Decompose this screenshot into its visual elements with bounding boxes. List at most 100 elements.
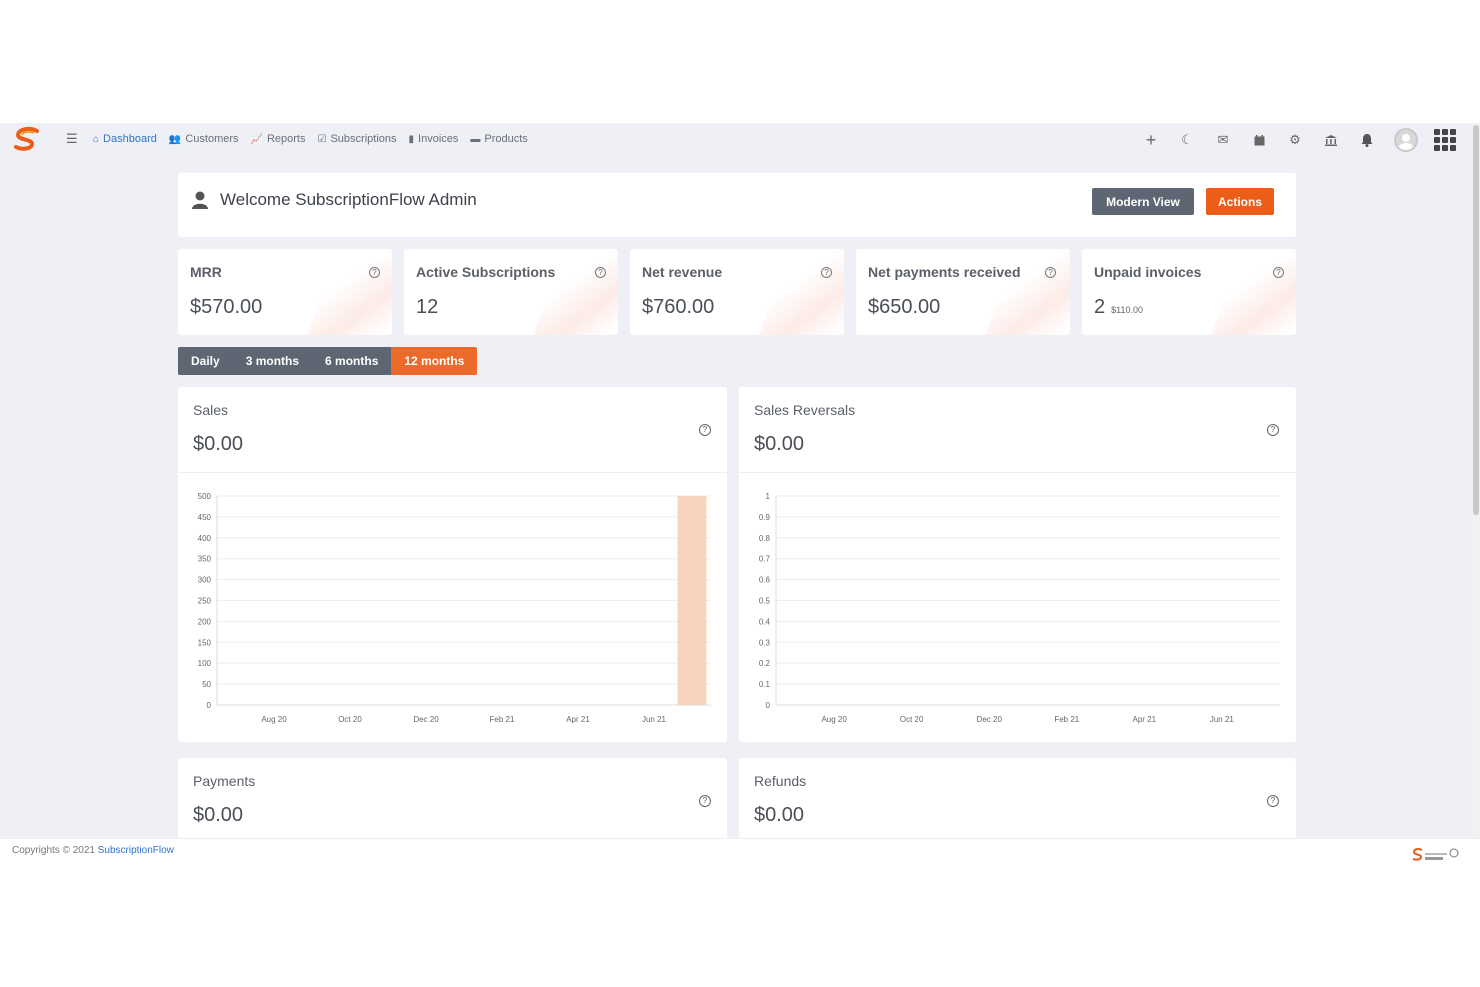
sales-reversals-card: Sales Reversals $0.00 ? 0 0.1 0.2 0.3 0.4 0.5…: [739, 387, 1296, 742]
hamburger-menu-icon[interactable]: ☰: [66, 132, 78, 145]
card-title: Sales Reversals: [754, 402, 856, 418]
kpi-subvalue: $110.00: [1111, 305, 1143, 315]
kpi-card-mrr: MRR ? $570.00: [178, 249, 392, 335]
card-title: Payments: [193, 773, 256, 789]
y-tick-label: 250: [198, 597, 212, 606]
kpi-label: Active Subscriptions: [416, 264, 556, 280]
scrollbar-thumb[interactable]: [1473, 125, 1479, 515]
envelope-icon[interactable]: ✉: [1214, 129, 1232, 151]
page-title: Welcome SubscriptionFlow Admin: [220, 190, 477, 209]
kpi-value: 12: [416, 296, 439, 318]
y-tick-label: 150: [198, 638, 212, 647]
bank-icon[interactable]: [1322, 129, 1340, 151]
y-tick-label: 500: [198, 492, 212, 501]
x-tick-label: Jun 21: [1210, 715, 1235, 724]
x-tick-label: Oct 20: [900, 715, 924, 724]
nav-item-dashboard[interactable]: ⌂ Dashboard: [93, 133, 157, 145]
help-icon[interactable]: ?: [821, 267, 832, 278]
users-icon: 👥: [168, 133, 182, 145]
calendar-check-icon: ☑: [317, 133, 327, 145]
range-6-months[interactable]: 6 months: [312, 347, 392, 375]
main-nav: ⌂ Dashboard 👥 Customers 📈 Reports ☑ Subscriptio…: [93, 133, 528, 145]
user-icon: [192, 191, 208, 209]
actions-button[interactable]: Actions: [1206, 188, 1274, 215]
help-icon[interactable]: ?: [1273, 267, 1284, 278]
help-icon[interactable]: ?: [1267, 795, 1279, 807]
subscriptionflow-logo[interactable]: [12, 127, 42, 153]
kpi-label: Net revenue: [642, 264, 723, 280]
range-3-months[interactable]: 3 months: [232, 347, 313, 375]
chart-icon: 📈: [250, 133, 263, 145]
card-value: $0.00: [193, 804, 244, 826]
nav-item-products[interactable]: ▬ Products: [470, 133, 527, 145]
nav-item-label: Invoices: [418, 133, 459, 145]
kpi-card-net-revenue: Net revenue ? $760.00: [630, 249, 844, 335]
nav-item-customers[interactable]: 👥 Customers: [169, 133, 239, 145]
nav-item-invoices[interactable]: ▮ Invoices: [409, 133, 459, 145]
home-icon: ⌂: [93, 133, 100, 145]
x-tick-label: Feb 21: [1054, 715, 1079, 724]
footer: Copyrights © 2021 SubscriptionFlow: [0, 838, 1480, 864]
date-range-selector: Daily 3 months 6 months 12 months: [178, 347, 478, 375]
y-tick-label: 0.6: [759, 576, 771, 585]
nav-item-label: Customers: [185, 133, 239, 145]
x-tick-label: Jun 21: [642, 715, 667, 724]
y-tick-label: 300: [198, 576, 212, 585]
help-icon[interactable]: ?: [699, 795, 711, 807]
kpi-label: Unpaid invoices: [1094, 264, 1202, 280]
kpi-card-active-subscriptions: Active Subscriptions ? 12: [404, 249, 618, 335]
calendar-icon[interactable]: [1250, 129, 1268, 151]
card-value: $0.00: [754, 433, 805, 455]
apps-grid-icon[interactable]: [1434, 129, 1456, 151]
help-icon[interactable]: ?: [699, 424, 711, 436]
y-tick-label: 0.4: [759, 617, 771, 626]
sales-reversals-chart: 0 0.1 0.2 0.3 0.4 0.5 0.6 0.7 0.8 0.9 1 Aug 20 Oct 2…: [759, 492, 1280, 724]
nav-item-subscriptions[interactable]: ☑ Subscriptions: [318, 133, 397, 145]
nav-item-label: Reports: [266, 133, 306, 145]
kpi-label: MRR: [190, 264, 222, 280]
modern-view-button[interactable]: Modern View: [1092, 188, 1194, 215]
y-tick-label: 0: [766, 701, 771, 710]
nav-item-label: Products: [484, 133, 528, 145]
y-tick-label: 0: [207, 701, 212, 710]
x-tick-label: Feb 21: [490, 715, 515, 724]
nav-item-reports[interactable]: 📈 Reports: [251, 133, 306, 145]
sales-card: Sales $0.00 ? 0 50 100 150 200 250 300 350 400 45…: [178, 387, 727, 742]
y-tick-label: 0.9: [759, 513, 771, 522]
card-title: Sales: [193, 402, 229, 418]
x-tick-label: Apr 21: [1133, 715, 1157, 724]
sales-chart: 0 50 100 150 200 250 300 350 400 450 500 Aug 20 Oct …: [198, 492, 711, 724]
bar: [677, 496, 707, 705]
file-icon: ▮: [408, 133, 415, 145]
kpi-value: $570.00: [190, 296, 263, 318]
avatar[interactable]: [1394, 128, 1418, 152]
x-tick-label: Dec 20: [413, 715, 439, 724]
y-tick-label: 200: [198, 617, 212, 626]
bell-icon[interactable]: [1358, 129, 1376, 151]
plus-icon[interactable]: +: [1142, 129, 1160, 151]
kpi-card-net-payments: Net payments received ? $650.00: [856, 249, 1070, 335]
y-tick-label: 100: [198, 659, 212, 668]
y-tick-label: 0.3: [759, 638, 771, 647]
range-daily[interactable]: Daily: [178, 347, 233, 375]
y-tick-label: 0.7: [759, 555, 771, 564]
x-tick-label: Oct 20: [338, 715, 362, 724]
card-title: Refunds: [754, 773, 807, 789]
help-icon[interactable]: ?: [1045, 267, 1056, 278]
kpi-value: $760.00: [642, 296, 715, 318]
brand-link[interactable]: SubscriptionFlow: [98, 845, 174, 856]
x-tick-label: Apr 21: [566, 715, 590, 724]
card-value: $0.00: [754, 804, 805, 826]
copyright-text: Copyrights © 2021 SubscriptionFlow: [12, 845, 174, 856]
gear-icon[interactable]: ⚙: [1286, 129, 1304, 151]
moon-icon[interactable]: ☾: [1178, 129, 1196, 151]
nav-item-label: Subscriptions: [330, 133, 397, 145]
help-icon[interactable]: ?: [1267, 424, 1279, 436]
header-actions: + ☾ ✉ ⚙: [1142, 128, 1456, 152]
help-icon[interactable]: ?: [369, 267, 380, 278]
range-12-months[interactable]: 12 months: [391, 347, 478, 375]
y-tick-label: 350: [198, 555, 212, 564]
help-icon[interactable]: ?: [595, 267, 606, 278]
page-scrollbar[interactable]: [1472, 123, 1480, 864]
x-tick-label: Aug 20: [821, 715, 847, 724]
